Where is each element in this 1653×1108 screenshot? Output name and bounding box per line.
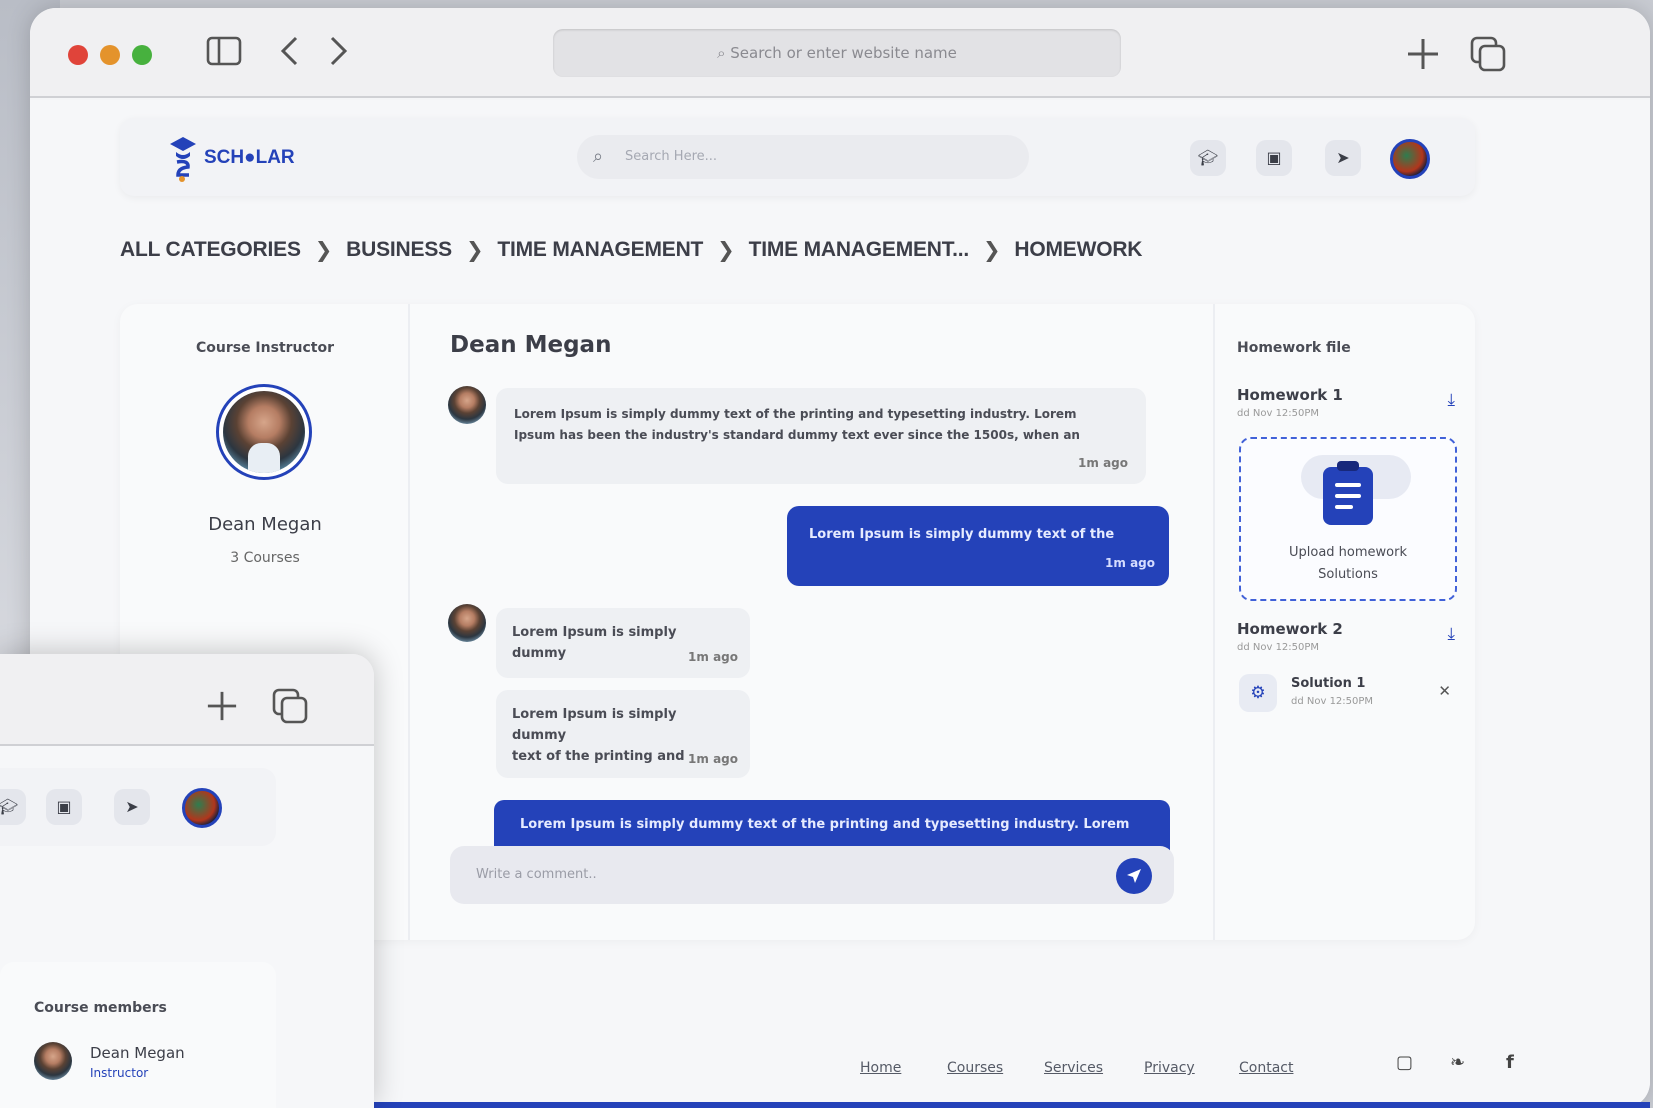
browser-toolbar: ⌕ Search or enter website name	[30, 8, 1650, 98]
comment-input[interactable]: Write a comment..	[450, 846, 1174, 904]
tabs-icon[interactable]	[272, 688, 308, 730]
chat-message: Lorem Ipsum is simply dummy 1m ago	[496, 608, 750, 678]
member-role: Instructor	[90, 1066, 149, 1080]
message-time: 1m ago	[688, 752, 738, 766]
brand-logo[interactable]: SCH●LAR	[168, 134, 295, 182]
footer-link-privacy[interactable]: Privacy	[1144, 1060, 1195, 1076]
homework-item-name[interactable]: Homework 1	[1237, 386, 1343, 404]
facebook-icon[interactable]: f	[1506, 1052, 1514, 1073]
background-browser-toolbar	[0, 654, 374, 746]
footer-link-courses[interactable]: Courses	[947, 1060, 1003, 1076]
message-text: Ipsum has been the industry's standard d…	[514, 428, 1080, 442]
members-title: Course members	[34, 1000, 167, 1016]
member-name[interactable]: Dean Megan	[90, 1044, 185, 1062]
file-icon: ⚙	[1239, 674, 1277, 712]
homework-item-date: dd Nov 12:50PM	[1237, 642, 1320, 653]
avatar	[448, 604, 486, 642]
breadcrumb-item[interactable]: BUSINESS	[346, 238, 452, 263]
solution-name[interactable]: Solution 1	[1291, 676, 1365, 691]
search-icon: ⌕	[593, 146, 604, 167]
briefcase-icon[interactable]: ▣	[46, 789, 82, 825]
tabs-icon[interactable]	[1470, 36, 1506, 78]
message-text: Lorem Ipsum is simply dummy text of the …	[520, 817, 1130, 832]
solution-date: dd Nov 12:50PM	[1291, 696, 1374, 707]
message-text: Lorem Ipsum is simply dummy text of the	[809, 527, 1115, 542]
message-time: 1m ago	[1078, 456, 1128, 470]
breadcrumb-current: HOMEWORK	[1014, 238, 1143, 261]
search-icon: ⌕	[717, 44, 731, 62]
graduation-cap-icon[interactable]: 🎓︎	[0, 789, 26, 825]
download-icon[interactable]: ⤓	[1447, 390, 1455, 410]
clipboard-icon	[1323, 461, 1373, 525]
logo-text: SCH●LAR	[204, 147, 295, 168]
chat-message: Lorem Ipsum is simply dummy text of the …	[496, 388, 1146, 484]
message-text: Lorem Ipsum is simply dummy	[512, 707, 677, 743]
background-browser-window: 🎓︎ ▣ ➤ Course members Dean Megan Instruc…	[0, 654, 374, 1108]
site-search-input[interactable]: ⌕ Search Here...	[577, 135, 1029, 179]
homework-item-date: dd Nov 12:50PM	[1237, 408, 1320, 419]
message-time: 1m ago	[688, 650, 738, 664]
chevron-right-icon: ❯	[717, 239, 735, 262]
site-header: SCH●LAR ⌕ Search Here... 🎓︎ ▣ ➤	[120, 118, 1475, 196]
instructor-section-title: Course Instructor	[195, 340, 335, 356]
chat-message-own: Lorem Ipsum is simply dummy text of the …	[787, 506, 1169, 586]
homework-item-name[interactable]: Homework 2	[1237, 620, 1343, 638]
instructor-name: Dean Megan	[208, 514, 322, 535]
page-bottom-accent	[374, 1102, 1650, 1108]
cursor-icon[interactable]: ➤	[1325, 140, 1361, 176]
message-text: Lorem Ipsum is simply dummy text of the …	[514, 407, 1077, 421]
avatar	[34, 1042, 72, 1080]
send-icon	[1127, 869, 1141, 883]
chevron-right-icon: ❯	[465, 239, 484, 262]
homework-title: Homework file	[1237, 340, 1351, 356]
graduation-cap-icon[interactable]: 🎓︎	[1190, 140, 1226, 176]
site-search-placeholder: Search Here...	[625, 149, 718, 164]
chevron-right-icon: ❯	[982, 239, 1001, 262]
upload-label: Upload homework	[1289, 545, 1407, 560]
send-button[interactable]	[1116, 858, 1152, 894]
avatar	[448, 386, 486, 424]
chat-message: Lorem Ipsum is simply dummy text of the …	[496, 690, 750, 778]
background-site-header: 🎓︎ ▣ ➤	[0, 768, 276, 846]
user-avatar[interactable]	[1390, 139, 1430, 179]
download-icon[interactable]: ⤓	[1447, 624, 1455, 644]
upload-dropzone[interactable]: Upload homework Solutions	[1239, 437, 1457, 601]
members-card: Course members Dean Megan Instructor	[0, 962, 276, 1108]
cursor-icon[interactable]: ➤	[114, 789, 150, 825]
address-placeholder: Search or enter website name	[730, 44, 957, 62]
close-icon[interactable]: ✕	[1438, 682, 1451, 700]
footer-link-home[interactable]: Home	[860, 1060, 901, 1076]
maximize-window-button[interactable]	[132, 45, 152, 65]
plus-icon[interactable]	[1406, 37, 1440, 77]
instagram-icon[interactable]: ▢	[1396, 1052, 1413, 1073]
instructor-courses: 3 Courses	[230, 550, 300, 566]
back-icon[interactable]	[278, 35, 300, 73]
minimize-window-button[interactable]	[100, 45, 120, 65]
forward-icon[interactable]	[328, 35, 350, 73]
sidebar-icon[interactable]	[206, 36, 242, 72]
briefcase-icon[interactable]: ▣	[1256, 140, 1292, 176]
breadcrumb-item[interactable]: TIME MANAGEMENT...	[749, 238, 970, 263]
address-bar[interactable]: ⌕ Search or enter website name	[553, 29, 1121, 77]
chevron-right-icon: ❯	[314, 239, 333, 262]
breadcrumb-item[interactable]: TIME MANAGEMENT	[497, 238, 703, 263]
plus-icon[interactable]	[206, 690, 238, 728]
message-time: 1m ago	[1105, 556, 1155, 570]
graduation-logo-icon	[170, 137, 196, 182]
footer-link-contact[interactable]: Contact	[1239, 1060, 1293, 1076]
breadcrumb-item[interactable]: ALL CATEGORIES	[120, 238, 301, 263]
homework-panel: Homework file Homework 1 dd Nov 12:50PM …	[1213, 304, 1475, 940]
upload-label: Solutions	[1318, 567, 1378, 582]
breadcrumb: ALL CATEGORIES ❯ BUSINESS ❯ TIME MANAGEMEN…	[120, 238, 1156, 263]
user-avatar[interactable]	[182, 788, 222, 828]
footer-link-services[interactable]: Services	[1044, 1060, 1103, 1076]
chat-title: Dean Megan	[450, 332, 612, 358]
close-window-button[interactable]	[68, 45, 88, 65]
twitter-icon[interactable]: ❧	[1450, 1052, 1465, 1073]
comment-placeholder: Write a comment..	[476, 867, 597, 882]
instructor-photo	[216, 384, 312, 480]
